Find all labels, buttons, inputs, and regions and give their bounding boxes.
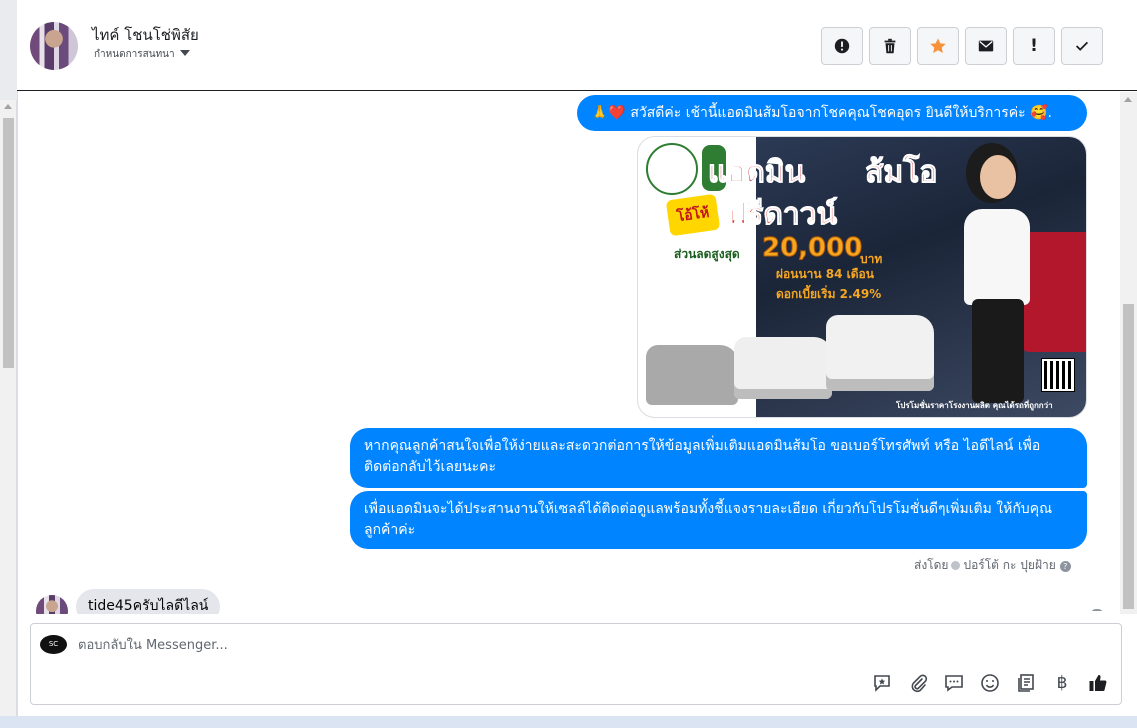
quick-reply-button[interactable] [943, 672, 965, 694]
follow-up-button[interactable]: ! [1013, 27, 1055, 65]
promo-installments: ผ่อนนาน 84 เดือน [776, 267, 874, 281]
scrollbar-thumb[interactable] [1123, 304, 1134, 609]
sent-by-name[interactable]: ปอร์โต้ กะ ปุยฝ้าย [963, 558, 1055, 572]
pickup-graphic [826, 315, 934, 391]
smiley-icon [981, 674, 999, 692]
envelope-icon [978, 40, 994, 52]
check-icon [1075, 41, 1089, 51]
catalog-button[interactable] [1015, 672, 1037, 694]
baht-icon: ฿ [1056, 673, 1068, 693]
assign-conversation-dropdown[interactable]: กำหนดการสนทนา [94, 47, 190, 62]
promo-interest: ดอกเบี้ยเริ่ม 2.49% [776, 287, 882, 301]
incoming-message[interactable]: tide45ครับไลดีไลน์ [76, 589, 221, 614]
message-thread[interactable]: 🙏❤️ สวัสดีค่ะ เช้านี้แอดมินส้มโอจากโชคคุ… [17, 92, 1120, 614]
contact-name[interactable]: ไทค์ โชนโช่พิสัย [92, 23, 199, 47]
qr-code [1041, 358, 1075, 392]
saved-reply-icon [874, 675, 890, 692]
pickup-graphic [734, 337, 832, 399]
mark-spam-button[interactable] [821, 27, 863, 65]
conversation-header: ไทค์ โชนโช่พิสัย กำหนดการสนทนา ! [17, 0, 1137, 91]
outgoing-message[interactable]: หากคุณลูกค้าสนใจเพื่อให้ง่ายและสะดวกต่อก… [350, 428, 1087, 488]
promo-discount-value: 20,000 [761, 233, 863, 264]
emoji-button[interactable] [979, 672, 1001, 694]
composer-toolbar: ฿ [871, 672, 1109, 694]
promo-footer: โปรโมชั่นราคาโรงงานผลิต คุณได้รถที่ถูกกว… [896, 401, 1053, 410]
exclamation-icon: ! [1030, 36, 1038, 56]
trash-icon [884, 38, 896, 54]
help-icon[interactable]: ? [1059, 561, 1071, 572]
outgoing-message-greeting[interactable]: 🙏❤️ สวัสดีค่ะ เช้านี้แอดมินส้มโอจากโชคคุ… [577, 95, 1087, 131]
dealer-logo [646, 143, 698, 195]
contact-avatar[interactable] [30, 22, 78, 70]
thread-scrollbar[interactable] [1120, 92, 1137, 614]
like-button[interactable] [1087, 672, 1109, 694]
promo-image-attachment[interactable]: แอดมิน ส้มโอ โอ้โห้ ฟรีดาวน์ ส่วนลดสูงสุด… [637, 136, 1087, 418]
emoji: 🥰. [1030, 105, 1053, 121]
star-icon [930, 38, 946, 54]
outgoing-message[interactable]: เพื่อแอดมินจะได้ประสานงานให้เซลล์ได้ติดต… [350, 491, 1087, 549]
mark-done-button[interactable] [1061, 27, 1103, 65]
reply-composer: SC ฿ [30, 623, 1122, 705]
delete-button[interactable] [869, 27, 911, 65]
catalog-icon [1018, 674, 1034, 692]
agent-avatar-icon [951, 561, 961, 570]
contact-avatar-small[interactable] [36, 595, 68, 614]
page-avatar: SC [40, 635, 67, 654]
scroll-up-arrow-icon[interactable] [1124, 97, 1132, 102]
scroll-up-arrow-icon[interactable] [4, 104, 12, 109]
conversation-actions: ! [821, 27, 1103, 65]
scrollbar-thumb[interactable] [3, 118, 14, 368]
paperclip-icon [911, 674, 928, 693]
promo-discount-label: ส่วนลดสูงสุด [674, 247, 740, 261]
thumbs-up-icon [1089, 675, 1107, 691]
attach-button[interactable] [907, 672, 929, 694]
alert-circle-icon [834, 38, 850, 54]
promo-model [950, 149, 1042, 411]
mark-unread-button[interactable] [965, 27, 1007, 65]
seen-indicator-icon [1092, 609, 1102, 613]
saved-replies-button[interactable] [871, 672, 893, 694]
sent-by-info: ส่งโดย ปอร์โต้ กะ ปุยฝ้าย? [914, 556, 1071, 575]
emoji: 🙏❤️ [591, 105, 626, 121]
left-scrollbar[interactable] [0, 100, 17, 716]
bottom-strip [0, 716, 1137, 728]
star-button[interactable] [917, 27, 959, 65]
promo-badge: โอ้โห้ [665, 193, 721, 237]
caret-down-icon [179, 50, 190, 56]
assign-label: กำหนดการสนทนา [94, 49, 175, 60]
sent-by-label: ส่งโดย [914, 558, 949, 572]
promo-headline: แอดมิน ส้มโอ [707, 155, 938, 191]
reply-input[interactable] [78, 634, 778, 656]
car-graphic [646, 345, 738, 405]
message-text: สวัสดีค่ะ เช้านี้แอดมินส้มโอจากโชคคุณโชค… [630, 105, 1026, 121]
chat-bubble-icon [945, 675, 963, 692]
payment-button[interactable]: ฿ [1051, 672, 1073, 694]
promo-free-down: ฟรีดาวน์ [725, 197, 838, 233]
